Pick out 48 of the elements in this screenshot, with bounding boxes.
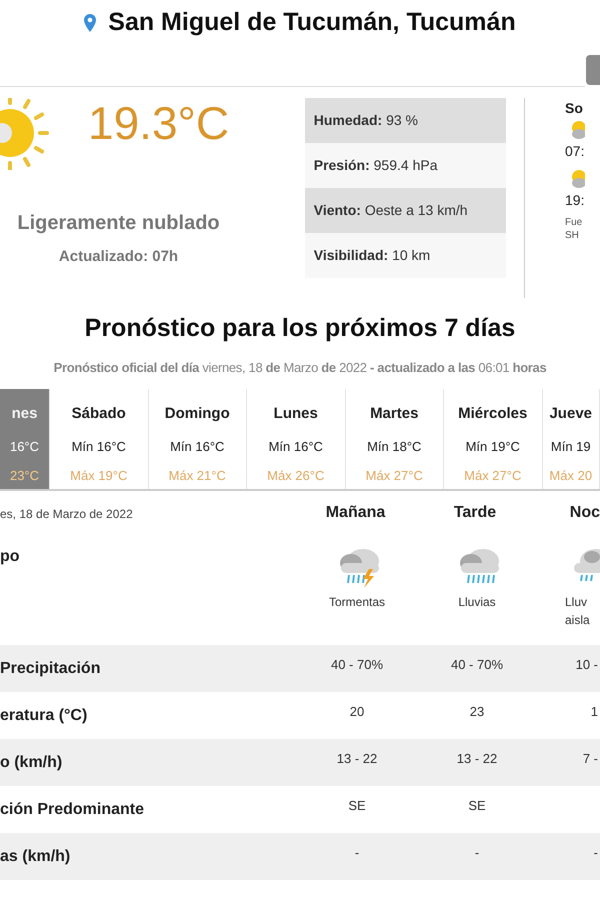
table-cell-text: 1: [590, 702, 599, 721]
sky-condition: Lluvias: [458, 594, 496, 611]
table-cell-text: 40 - 70%: [330, 656, 384, 674]
day-tab[interactable]: nes 16°C 23°C: [0, 389, 50, 489]
row-label: Precipitación: [0, 658, 102, 678]
weather-detail: Humedad: 93 %: [304, 98, 506, 143]
table-cell-text: SE: [467, 796, 487, 815]
table-cell-text: SE: [347, 796, 367, 815]
forecast-subtitle: Pronóstico oficial del día viernes, 18 de Marzo de 2022 - actualizado a las 06:01 horas: [52, 358, 548, 376]
detail-date: es, 18 de Marzo de 2022: [0, 506, 134, 523]
forecast-title: Pronóstico para los próximos 7 días: [84, 313, 516, 344]
current-temperature: 19.3°C: [88, 100, 230, 146]
table-cell-text: 20: [348, 702, 366, 721]
row-label: po: [0, 547, 21, 567]
day-tab[interactable]: Domingo Mín 16°C Máx 21°C: [148, 389, 247, 489]
table-cell-text: 10 -: [574, 656, 599, 674]
day-tab[interactable]: Jueve Mín 19 Máx 20: [542, 389, 600, 489]
table-cell-text: -: [354, 844, 360, 862]
table-cell-text: -: [592, 844, 599, 862]
table-cell-text: 40 - 70%: [450, 656, 504, 674]
sky-condition: Lluv aisla: [565, 594, 591, 629]
sky-condition: Tormentas: [328, 594, 386, 611]
table-cell-text: 7 -: [582, 750, 599, 768]
weather-detail: Visibilidad: 10 km: [304, 233, 506, 278]
sunrise-time: 07:: [565, 142, 584, 161]
toolbar-button[interactable]: [586, 55, 600, 85]
table-cell-text: 23: [468, 702, 486, 721]
table-cell-text: 13 - 22: [456, 750, 498, 768]
period-heading: Noc: [568, 503, 600, 523]
table-cell-text: 13 - 22: [336, 750, 378, 768]
source-note: Fue SH: [565, 217, 582, 242]
weather-detail: Presión: 959.4 hPa: [304, 143, 506, 188]
sun-heading: So: [565, 99, 583, 118]
row-label: as (km/h): [0, 846, 72, 866]
location-title: San Miguel de Tucumán, Tucumán: [108, 7, 516, 38]
weather-condition: Ligeramente nublado: [17, 211, 220, 236]
weather-detail: Viento: Oeste a 13 km/h: [304, 188, 506, 233]
location-pin-icon: [84, 14, 96, 32]
period-heading: Tarde: [452, 503, 498, 523]
row-label: o (km/h): [0, 752, 64, 772]
table-cell-text: -: [474, 844, 480, 862]
updated-time: Actualizado: 07h: [58, 247, 178, 267]
day-tab[interactable]: Martes Mín 18°C Máx 27°C: [346, 389, 444, 489]
row-label: ción Predominante: [0, 800, 146, 820]
row-label: eratura (°C): [0, 706, 88, 726]
sun-icon: [0, 98, 50, 170]
sunset-time: 19:: [565, 191, 584, 210]
period-heading: Mañana: [324, 503, 386, 523]
